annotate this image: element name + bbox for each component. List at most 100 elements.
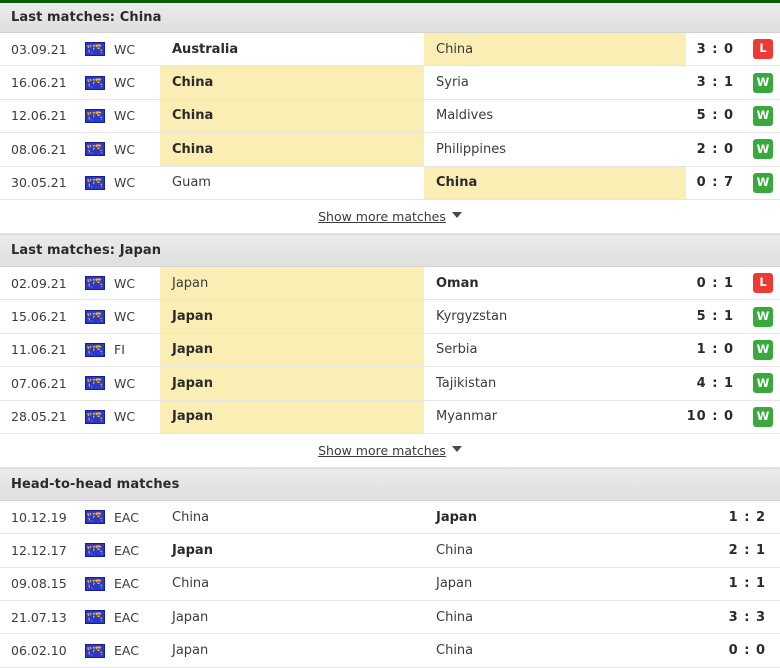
result-badge: W [753, 373, 773, 394]
world-map-flag-icon [85, 108, 105, 123]
match-date: 03.09.21 [11, 41, 67, 57]
home-team-cell: China [160, 66, 424, 99]
result-cell: L [746, 267, 780, 299]
home-team-cell: China [160, 501, 424, 533]
competition-code: WC [114, 309, 136, 325]
match-date: 21.07.13 [11, 609, 67, 625]
competition-code: WC [114, 375, 136, 391]
match-row[interactable]: 09.08.15 EAC China Japan 1 : 1 [0, 567, 780, 602]
section-title: Last matches: Japan [11, 242, 162, 258]
match-score: 3 : 3 [728, 609, 766, 625]
match-row[interactable]: 10.12.19 EAC China Japan 1 : 2 [0, 500, 780, 535]
match-date: 08.06.21 [11, 141, 67, 157]
result-badge: L [753, 39, 773, 60]
home-team-cell: China [160, 99, 424, 133]
home-team-cell: Japan [160, 601, 424, 633]
away-team-name: China [436, 542, 474, 558]
competition-code: WC [114, 409, 136, 425]
home-team-cell: Japan [160, 266, 424, 300]
home-team-cell: Japan [160, 300, 424, 333]
match-list: 03.09.21 WC Australia China 3 : 0 L 16.06.21 WC… [0, 33, 780, 200]
away-team-cell: China [424, 534, 686, 566]
competition-code: EAC [114, 509, 139, 525]
result-badge: W [753, 105, 773, 126]
away-team-name: Tajikistan [436, 375, 497, 391]
show-more-matches[interactable]: Show more matches [0, 433, 780, 468]
section-last-matches-japan: Last matches: Japan 02.09.21 WC Japan Oman 0 … [0, 233, 780, 468]
world-map-flag-icon [85, 175, 105, 190]
competition-flag [76, 401, 114, 433]
world-map-flag-icon [85, 576, 105, 591]
show-more-label[interactable]: Show more matches [318, 209, 446, 224]
away-team-cell: Philippines [424, 133, 686, 165]
world-map-flag-icon [85, 142, 105, 157]
result-badge: W [753, 172, 773, 193]
match-date: 16.06.21 [11, 75, 67, 91]
section-header: Last matches: Japan [0, 233, 780, 267]
home-team-name: Japan [172, 275, 209, 291]
section-title: Head-to-head matches [11, 476, 180, 492]
away-team-cell: Kyrgyzstan [424, 300, 686, 332]
match-date: 30.05.21 [11, 175, 67, 191]
result-badge: W [753, 339, 773, 360]
match-score: 1 : 2 [728, 509, 766, 525]
away-team-name: Serbia [436, 342, 478, 358]
result-badge: W [753, 139, 773, 160]
match-score: 3 : 0 [696, 41, 734, 57]
away-team-cell: Japan [424, 501, 686, 533]
result-badge: W [753, 306, 773, 327]
match-date: 09.08.15 [11, 576, 67, 592]
match-score: 0 : 0 [728, 643, 766, 659]
match-history-panel: Last matches: China 03.09.21 WC Australia Ch… [0, 0, 780, 668]
world-map-flag-icon [85, 643, 105, 658]
match-row[interactable]: 07.06.21 WC Japan Tajikistan 4 : 1 W [0, 367, 780, 401]
match-score: 0 : 1 [696, 275, 734, 291]
competition-code: WC [114, 75, 136, 91]
match-row[interactable]: 06.02.10 EAC Japan China 0 : 0 [0, 634, 780, 668]
match-date: 28.05.21 [11, 409, 67, 425]
match-row[interactable]: 12.06.21 WC China Maldives 5 : 0 W [0, 99, 780, 134]
result-badge: L [753, 273, 773, 294]
result-cell: W [746, 334, 780, 366]
match-row[interactable]: 16.06.21 WC China Syria 3 : 1 W [0, 66, 780, 100]
match-row[interactable]: 21.07.13 EAC Japan China 3 : 3 [0, 601, 780, 635]
match-score: 3 : 1 [696, 75, 734, 91]
home-team-name: Japan [172, 542, 213, 558]
chevron-down-icon[interactable] [451, 212, 462, 219]
match-date: 15.06.21 [11, 309, 67, 325]
world-map-flag-icon [85, 75, 105, 90]
competition-code: WC [114, 141, 136, 157]
show-more-label[interactable]: Show more matches [318, 443, 446, 458]
world-map-flag-icon [85, 342, 105, 357]
away-team-name: China [436, 609, 474, 625]
home-team-name: China [172, 108, 214, 124]
match-row[interactable]: 30.05.21 WC Guam China 0 : 7 W [0, 166, 780, 200]
competition-flag [76, 367, 114, 399]
result-badge: W [753, 72, 773, 93]
competition-flag [76, 501, 114, 533]
away-team-cell: Japan [424, 568, 686, 600]
match-score: 0 : 7 [696, 175, 734, 191]
competition-flag [76, 267, 114, 299]
match-row[interactable]: 28.05.21 WC Japan Myanmar 10 : 0 W [0, 400, 780, 434]
match-row[interactable]: 12.12.17 EAC Japan China 2 : 1 [0, 534, 780, 568]
match-row[interactable]: 11.06.21 FI Japan Serbia 1 : 0 W [0, 333, 780, 368]
away-team-cell: Serbia [424, 334, 686, 366]
match-row[interactable]: 08.06.21 WC China Philippines 2 : 0 W [0, 133, 780, 167]
match-row[interactable]: 15.06.21 WC Japan Kyrgyzstan 5 : 1 W [0, 300, 780, 334]
home-team-cell: Japan [160, 367, 424, 400]
competition-code: FI [114, 342, 125, 358]
away-team-name: Philippines [436, 141, 507, 157]
competition-code: WC [114, 175, 136, 191]
chevron-down-icon[interactable] [451, 446, 462, 453]
match-row[interactable]: 03.09.21 WC Australia China 3 : 0 L [0, 33, 780, 67]
match-score: 1 : 0 [696, 342, 734, 358]
result-cell: L [746, 33, 780, 65]
away-team-cell: Maldives [424, 100, 686, 132]
section-header: Head-to-head matches [0, 467, 780, 501]
home-team-cell: China [160, 133, 424, 166]
home-team-name: China [172, 75, 214, 91]
match-row[interactable]: 02.09.21 WC Japan Oman 0 : 1 L [0, 266, 780, 301]
show-more-matches[interactable]: Show more matches [0, 199, 780, 234]
competition-flag [76, 334, 114, 366]
